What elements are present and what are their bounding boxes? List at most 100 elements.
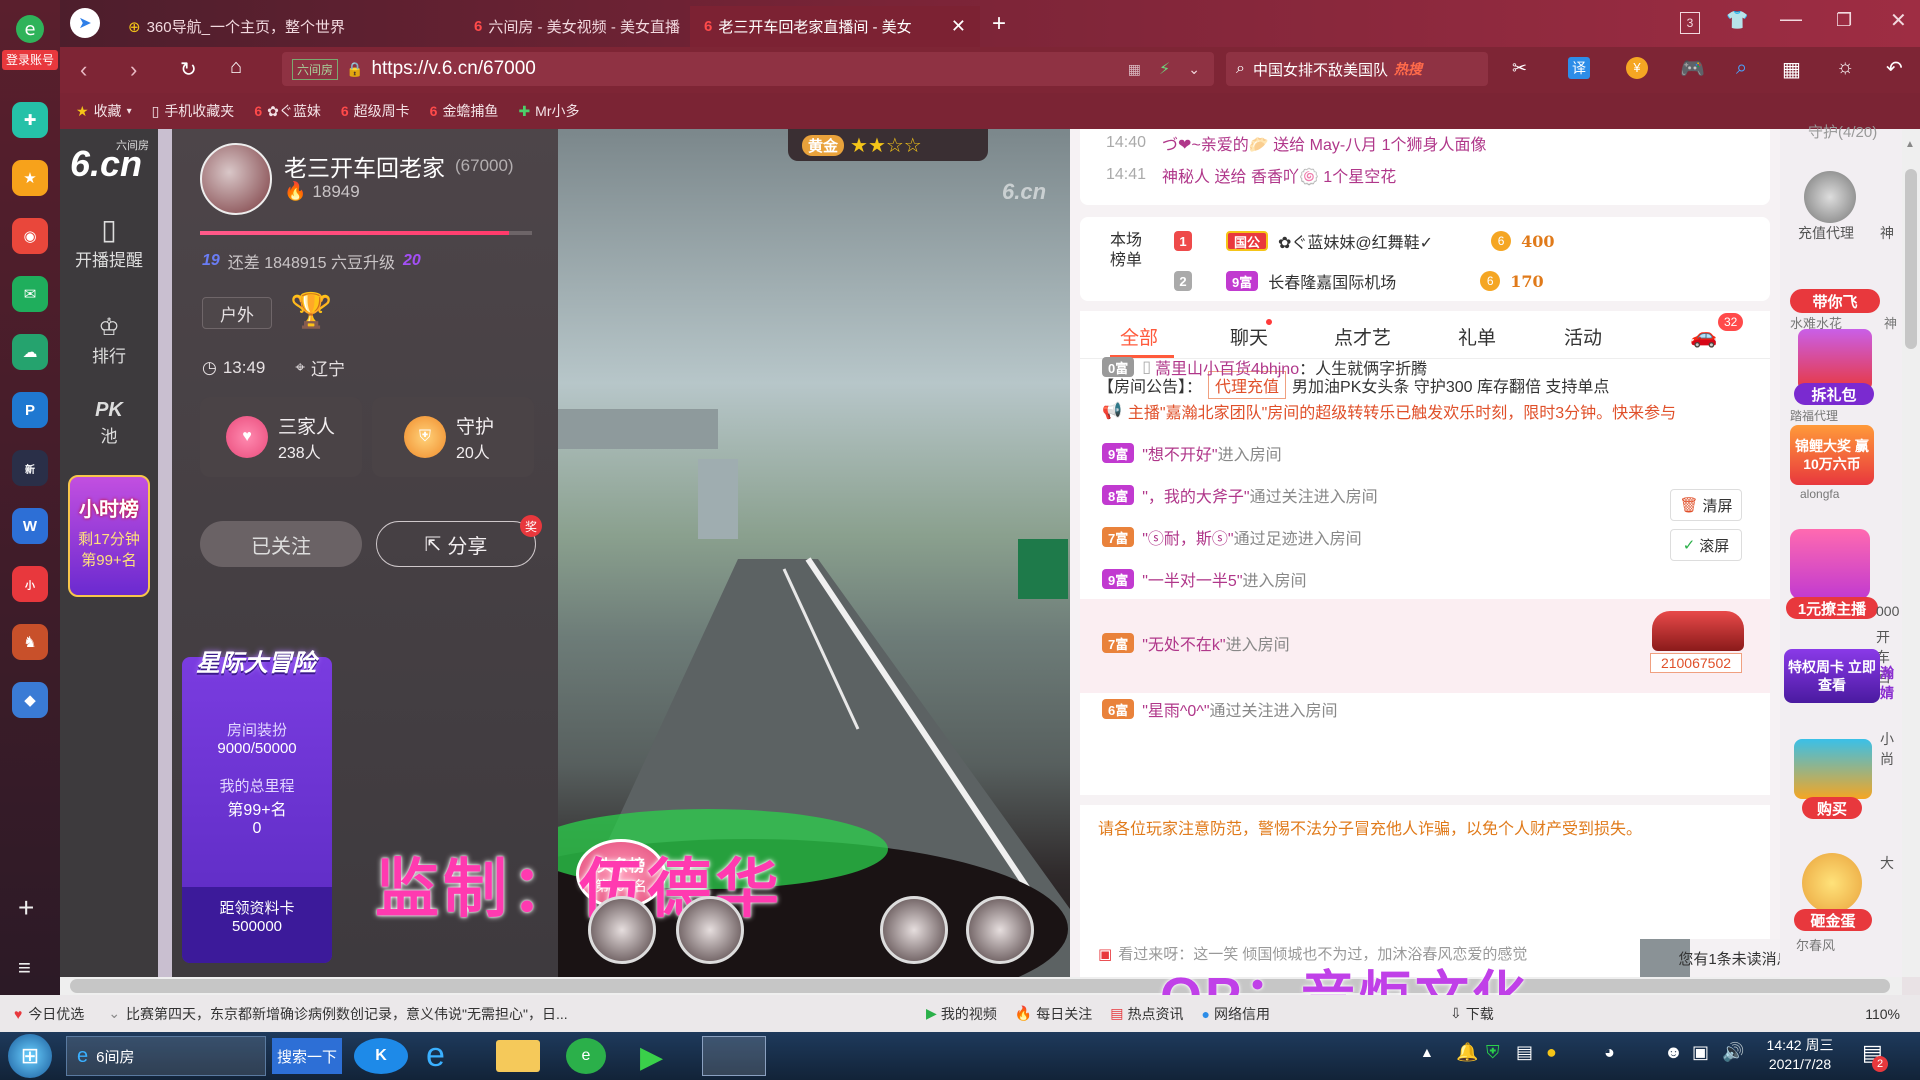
treasure-icon[interactable] bbox=[1794, 739, 1872, 799]
share-button[interactable]: ⇱ 分享 bbox=[376, 521, 536, 567]
taskbar-app-6cn[interactable]: e 6间房 bbox=[66, 1036, 266, 1076]
tray-up-icon[interactable]: ▲ bbox=[1420, 1044, 1434, 1060]
promo-weekly-card[interactable]: 特权周卡 立即查看 bbox=[1784, 649, 1880, 703]
adventure-widget[interactable]: 星际大冒险 房间装扮 9000/50000 我的总里程 第99+名 0 距领资料… bbox=[182, 650, 332, 963]
chevron-down-icon[interactable]: ⌄ bbox=[108, 1005, 120, 1022]
bookmark-super-card[interactable]: 6 超级周卡 bbox=[341, 101, 410, 121]
skin-icon[interactable]: 👕 bbox=[1726, 10, 1748, 31]
scrollbar-thumb[interactable] bbox=[70, 979, 1890, 993]
shield-icon[interactable]: ⛨ bbox=[1486, 1042, 1500, 1063]
qq-icon[interactable]: ◕ bbox=[1604, 1042, 1615, 1063]
browser-360-icon[interactable]: e bbox=[566, 1038, 606, 1074]
scroll-screen-button[interactable]: ✓ 滚屏 bbox=[1670, 529, 1742, 561]
start-button[interactable]: ⊞ bbox=[8, 1034, 52, 1078]
bookmark-favorites[interactable]: ★ 收藏 ▾ bbox=[76, 101, 132, 121]
leaderboard-row[interactable]: 2 9富 长春隆嘉国际机场 6 170 bbox=[1174, 269, 1544, 293]
star-icon[interactable]: ★ bbox=[12, 160, 48, 196]
promo-unwrap-gift[interactable]: 拆礼包 bbox=[1794, 383, 1874, 405]
magnifier-icon[interactable]: ⌕ bbox=[1736, 57, 1747, 80]
doc-icon[interactable]: ▤ bbox=[1516, 1042, 1533, 1063]
close-tab-icon[interactable]: ✕ bbox=[951, 16, 966, 37]
unread-message-bar[interactable]: 您有1条未读消息 bbox=[1678, 939, 1792, 977]
cut-icon[interactable]: ✂ bbox=[1512, 58, 1527, 79]
browser-logo-icon[interactable]: e bbox=[6, 12, 54, 46]
tab-gift-list[interactable]: 礼单 bbox=[1458, 323, 1496, 350]
ie-icon[interactable]: e bbox=[426, 1036, 445, 1075]
tab-all[interactable]: 全部 bbox=[1120, 323, 1158, 350]
undo-icon[interactable]: ↶ bbox=[1886, 56, 1903, 81]
guard-avatar[interactable] bbox=[1804, 171, 1856, 223]
news-ticker[interactable]: 比赛第四天，东京都新增确诊病例数创记录，意义伟说"无需担心"，日... bbox=[126, 1004, 886, 1024]
leaderboard-title[interactable]: 本场榜单 bbox=[1106, 231, 1146, 271]
game-icon[interactable]: ♞ bbox=[12, 624, 48, 660]
brightness-icon[interactable]: ☼ bbox=[1836, 56, 1854, 79]
taskbar-app-active[interactable] bbox=[702, 1036, 766, 1076]
tab-count[interactable]: 3 bbox=[1680, 12, 1700, 34]
home-icon[interactable]: ⌂ bbox=[230, 56, 242, 79]
taskbar-search[interactable]: 搜索一下 bbox=[272, 1038, 342, 1074]
leaderboard-row[interactable]: 1 国公 ✿ぐ蓝妹妹@红舞鞋✓ 6 400 bbox=[1174, 229, 1554, 253]
translate-button[interactable]: 译 bbox=[1568, 57, 1590, 79]
bookmark-mobile[interactable]: ▯ 手机收藏夹 bbox=[152, 101, 235, 121]
redbook-icon[interactable]: 小 bbox=[12, 566, 48, 602]
url-field[interactable]: 六间房 🔒 https://v.6.cn/67000 ▦ ⚡ ⌄ bbox=[282, 52, 1214, 86]
network-icon[interactable]: ▣ bbox=[1692, 1042, 1709, 1063]
refresh-icon[interactable]: ↻ bbox=[180, 57, 197, 82]
follow-button[interactable]: 已关注 bbox=[200, 521, 362, 567]
promo-buy[interactable]: 购买 bbox=[1802, 797, 1862, 819]
volume-icon[interactable]: 🔊 bbox=[1722, 1042, 1744, 1063]
menu-icon[interactable]: ≡ bbox=[18, 955, 31, 981]
tab-activity[interactable]: 活动 bbox=[1564, 323, 1602, 350]
p-icon[interactable]: P bbox=[12, 392, 48, 428]
family-card[interactable]: ♥ 三家人 238人 bbox=[200, 397, 362, 477]
tab-chat[interactable]: 聊天 bbox=[1230, 323, 1268, 350]
horizontal-scrollbar[interactable] bbox=[60, 977, 1902, 995]
bookmark-mr-xiaoduo[interactable]: ✚ Mr小多 bbox=[518, 101, 579, 121]
golden-egg-icon[interactable] bbox=[1802, 853, 1862, 913]
guard-avatar[interactable] bbox=[880, 896, 948, 964]
k-app-icon[interactable]: K bbox=[354, 1038, 408, 1074]
site-logo[interactable]: 六间房 6.cn bbox=[66, 135, 156, 185]
compass-icon[interactable]: ➤ bbox=[70, 8, 100, 38]
login-button[interactable]: 登录账号 bbox=[2, 50, 58, 70]
bolt-icon[interactable]: ⚡ bbox=[1159, 59, 1170, 79]
bell-icon[interactable]: 🔔 bbox=[1456, 1042, 1478, 1063]
app-icon-1[interactable]: ✚ bbox=[12, 102, 48, 138]
tab-360[interactable]: ⊕ 360导航_一个主页，整个世界 bbox=[114, 6, 454, 47]
close-window-icon[interactable]: ✕ bbox=[1890, 8, 1907, 33]
doc-icon[interactable]: W bbox=[12, 508, 48, 544]
add-icon[interactable]: + bbox=[18, 892, 34, 924]
qr-icon[interactable]: ▦ bbox=[1128, 61, 1141, 78]
car-icon[interactable]: 🚗 bbox=[1690, 323, 1717, 349]
tray-app-icon[interactable]: ● bbox=[1546, 1042, 1557, 1063]
bookmark-blue-sister[interactable]: 6 ✿ぐ蓝妹 bbox=[254, 101, 321, 121]
folder-icon[interactable] bbox=[496, 1040, 540, 1072]
guard-avatar[interactable] bbox=[588, 896, 656, 964]
weibo-icon[interactable]: ◉ bbox=[12, 218, 48, 254]
promo-lucky-koi[interactable]: 锦鲤大奖 赢10万六币 bbox=[1790, 425, 1874, 485]
apps-grid-icon[interactable]: ▦ bbox=[1782, 57, 1801, 82]
clock[interactable]: 14:42 周三 2021/7/28 bbox=[1760, 1036, 1840, 1074]
game2-icon[interactable]: ◆ bbox=[12, 682, 48, 718]
news-icon[interactable]: 新 bbox=[12, 450, 48, 486]
back-icon[interactable]: ‹ bbox=[80, 57, 87, 83]
scrollbar-thumb[interactable] bbox=[1905, 169, 1917, 349]
guard-card[interactable]: ⛨ 守护 20人 bbox=[372, 397, 534, 477]
nav-ranking[interactable]: ♔ 排行 bbox=[60, 313, 158, 367]
forward-icon[interactable]: › bbox=[130, 57, 137, 83]
promo-fly-with-you[interactable]: 带你飞 bbox=[1790, 289, 1880, 313]
hour-rank-widget[interactable]: 小时榜 剩17分钟 第99+名 bbox=[68, 475, 150, 597]
tab-live-room[interactable]: 6 老三开车回老家直播间 - 美女 ✕ bbox=[690, 6, 980, 47]
category-tag[interactable]: 户外 bbox=[202, 297, 272, 329]
bookmark-fishing[interactable]: 6 金蟾捕鱼 bbox=[430, 101, 499, 121]
search-field[interactable]: ⌕ 中国女排不敌美国队 热搜 bbox=[1226, 52, 1488, 86]
promo-one-yuan[interactable]: 1元撩主播 bbox=[1786, 597, 1878, 619]
guard-avatar[interactable] bbox=[966, 896, 1034, 964]
heart-promo-icon[interactable] bbox=[1790, 529, 1870, 599]
player-icon[interactable]: ▶ bbox=[640, 1040, 663, 1075]
mail-icon[interactable]: ✉ bbox=[12, 276, 48, 312]
coin-icon[interactable]: ¥ bbox=[1626, 57, 1648, 79]
minimize-icon[interactable]: — bbox=[1780, 6, 1802, 32]
promo-smash-egg[interactable]: 砸金蛋 bbox=[1794, 909, 1872, 931]
zoom-level[interactable]: 110% bbox=[1865, 1006, 1900, 1022]
